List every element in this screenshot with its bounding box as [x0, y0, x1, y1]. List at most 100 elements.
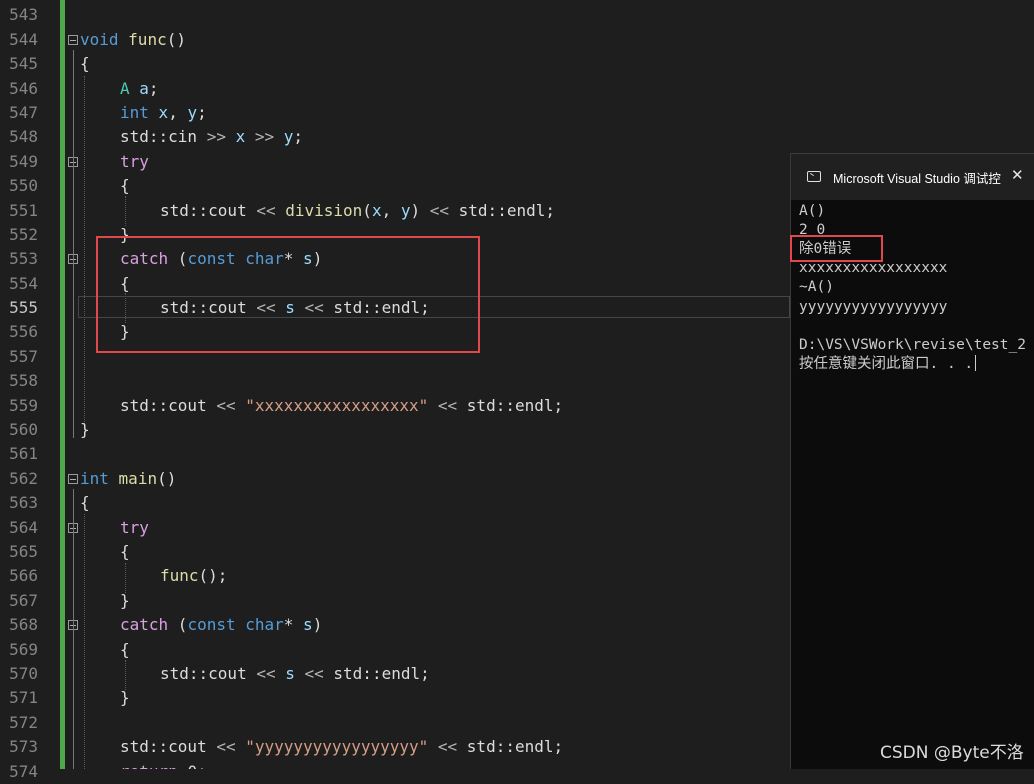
- line-number: 571: [9, 688, 38, 707]
- token: <<: [428, 396, 467, 415]
- token: int: [120, 103, 149, 122]
- code-line-569[interactable]: {: [120, 638, 130, 662]
- code-line-547[interactable]: int x, y;: [120, 101, 207, 125]
- line-number: 549: [9, 152, 38, 171]
- token: ();: [198, 566, 228, 585]
- token: }: [120, 591, 130, 610]
- token: a: [139, 79, 149, 98]
- catch-block-highlight-box: [96, 236, 480, 353]
- line-number: 543: [9, 5, 38, 24]
- code-line-549[interactable]: try: [120, 150, 149, 174]
- console-output-line: A(): [799, 203, 826, 219]
- error-output-highlight-box: [790, 235, 883, 262]
- token: ;: [197, 762, 207, 769]
- line-number: 566: [9, 566, 38, 585]
- token: x: [235, 127, 246, 146]
- code-line-567[interactable]: }: [120, 589, 130, 613]
- token: std::cin: [120, 127, 198, 146]
- token: ;: [553, 396, 564, 415]
- token: std::cout: [120, 737, 207, 756]
- code-line-564[interactable]: try: [120, 516, 149, 540]
- code-line-565[interactable]: {: [120, 540, 130, 564]
- change-tracking-bar: [60, 0, 65, 769]
- text-caret: [975, 355, 977, 371]
- line-number: 562: [9, 469, 38, 488]
- line-number: 561: [9, 444, 38, 463]
- token: ;: [420, 664, 430, 683]
- close-icon[interactable]: ✕: [1011, 166, 1024, 184]
- line-number: 560: [9, 420, 38, 439]
- token: char: [245, 615, 284, 634]
- fold-toggle-icon[interactable]: [68, 35, 78, 45]
- token: ,: [168, 103, 188, 122]
- token: std::endl: [466, 396, 554, 415]
- indent-guide: [84, 514, 85, 769]
- token: ): [410, 201, 421, 220]
- token: func: [128, 30, 167, 49]
- code-line-544[interactable]: void func(): [80, 28, 186, 52]
- code-line-566[interactable]: func();: [160, 564, 227, 588]
- token: s: [285, 664, 295, 683]
- fold-toggle-icon[interactable]: [68, 474, 78, 484]
- token: <<: [420, 201, 459, 220]
- code-line-573[interactable]: std::cout << "yyyyyyyyyyyyyyyyy" << std:…: [120, 735, 563, 759]
- code-line-545[interactable]: {: [80, 52, 90, 76]
- console-app-icon: [807, 171, 821, 182]
- token: ): [312, 615, 323, 634]
- token: ,: [381, 201, 401, 220]
- token: >>: [197, 127, 236, 146]
- token: y: [187, 103, 198, 122]
- line-number: 568: [9, 615, 38, 634]
- line-number: 545: [9, 54, 38, 73]
- debug-console-window[interactable]: Microsoft Visual Studio 调试控 ✕ A() 2 0 除0…: [790, 153, 1034, 769]
- token: <<: [294, 664, 334, 683]
- scope-line: [73, 489, 74, 769]
- token: std::endl: [333, 664, 421, 683]
- line-number: 565: [9, 542, 38, 561]
- token: std::endl: [458, 201, 546, 220]
- code-line-563[interactable]: {: [80, 491, 90, 515]
- token: (): [166, 30, 186, 49]
- token: func: [160, 566, 199, 585]
- code-line-550[interactable]: {: [120, 174, 130, 198]
- line-number: 559: [9, 396, 38, 415]
- token: ;: [148, 79, 159, 98]
- token: "yyyyyyyyyyyyyyyyy": [245, 737, 429, 756]
- code-line-551[interactable]: std::cout << division(x, y) << std::endl…: [160, 199, 555, 223]
- token: }: [80, 420, 90, 439]
- token: std::cout: [160, 664, 247, 683]
- token: int: [80, 469, 109, 488]
- code-line-571[interactable]: }: [120, 686, 130, 710]
- line-number: 564: [9, 518, 38, 537]
- token: 0: [187, 762, 197, 769]
- token: ;: [553, 737, 564, 756]
- token: <<: [246, 201, 286, 220]
- code-line-562[interactable]: int main(): [80, 467, 176, 491]
- code-line-570[interactable]: std::cout << s << std::endl;: [160, 662, 430, 686]
- token: division: [285, 201, 363, 220]
- console-titlebar[interactable]: Microsoft Visual Studio 调试控 ✕: [791, 154, 1034, 200]
- code-line-546[interactable]: A a;: [120, 77, 159, 101]
- code-line-574[interactable]: return 0;: [120, 760, 207, 769]
- token: std::cout: [120, 396, 207, 415]
- token: (: [362, 201, 372, 220]
- code-line-559[interactable]: std::cout << "xxxxxxxxxxxxxxxxx" << std:…: [120, 394, 563, 418]
- line-number: 551: [9, 201, 38, 220]
- line-number: 563: [9, 493, 38, 512]
- indent-guide: [125, 196, 126, 226]
- code-line-548[interactable]: std::cin >> x >> y;: [120, 125, 303, 149]
- code-line-568[interactable]: catch (const char* s): [120, 613, 322, 637]
- line-number: 570: [9, 664, 38, 683]
- token: ;: [545, 201, 555, 220]
- line-number: 546: [9, 79, 38, 98]
- code-line-560[interactable]: }: [80, 418, 90, 442]
- scope-line: [73, 50, 74, 438]
- console-output-line: ~A(): [799, 279, 834, 295]
- line-number: 574: [9, 762, 38, 781]
- token: return: [120, 762, 178, 769]
